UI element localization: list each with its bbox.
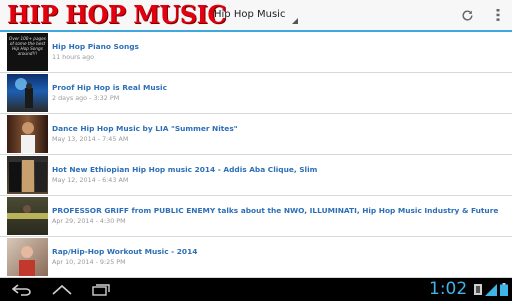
status-clock: 1:02 — [429, 279, 468, 299]
overflow-menu-button[interactable] — [492, 6, 504, 24]
video-title: Dance Hip Hop Music by LIA "Summer Nites… — [52, 124, 238, 133]
video-title: Hot New Ethiopian Hip Hop music 2014 - A… — [52, 165, 318, 174]
action-bar: HIP HOP MUSIC Hip Hop Music — [0, 0, 512, 32]
notification-icon — [474, 284, 482, 295]
video-date: May 13, 2014 - 7:45 AM — [52, 135, 129, 143]
thumbnail-image — [9, 160, 47, 192]
list-item[interactable]: Over 100+ pages of some the best Hip Hop… — [0, 32, 512, 73]
battery-icon — [500, 283, 508, 296]
video-title: Rap/Hip-Hop Workout Music - 2014 — [52, 247, 198, 256]
thumbnail-image — [15, 78, 33, 108]
refresh-icon — [461, 9, 473, 21]
list-item[interactable]: Rap/Hip-Hop Workout Music - 2014 Apr 10,… — [0, 237, 512, 278]
home-icon — [52, 284, 72, 295]
system-nav-bar: 1:02 — [0, 278, 512, 301]
video-date: 11 hours ago — [52, 53, 95, 61]
video-list: Over 100+ pages of some the best Hip Hop… — [0, 32, 512, 278]
video-date: Apr 29, 2014 - 4:30 PM — [52, 217, 126, 225]
refresh-button[interactable] — [458, 6, 476, 24]
thumbnail-caption: Over 100+ pages of some the best Hip Hop… — [9, 36, 46, 56]
status-notification-icons — [474, 282, 482, 297]
list-item[interactable]: Proof Hip Hop is Real Music 2 days ago -… — [0, 73, 512, 114]
thumbnail-image — [21, 122, 35, 153]
overflow-menu-icon — [496, 9, 500, 21]
status-system-icons — [485, 282, 508, 297]
video-thumbnail — [7, 115, 48, 153]
video-title: PROFESSOR GRIFF from PUBLIC ENEMY talks … — [52, 206, 499, 215]
video-title: Hip Hop Piano Songs — [52, 42, 139, 51]
list-item[interactable]: Hot New Ethiopian Hip Hop music 2014 - A… — [0, 155, 512, 196]
spinner-caret-icon — [292, 18, 298, 24]
video-thumbnail — [7, 156, 48, 194]
video-thumbnail: Over 100+ pages of some the best Hip Hop… — [7, 33, 48, 71]
back-icon — [12, 283, 31, 296]
thumbnail-image — [7, 205, 48, 219]
list-item[interactable]: Dance Hip Hop Music by LIA "Summer Nites… — [0, 114, 512, 155]
video-thumbnail — [7, 197, 48, 235]
video-date: 2 days ago - 3:32 PM — [52, 94, 120, 102]
list-item[interactable]: PROFESSOR GRIFF from PUBLIC ENEMY talks … — [0, 196, 512, 237]
video-date: May 12, 2014 - 6:43 AM — [52, 176, 129, 184]
recent-apps-button[interactable] — [92, 282, 110, 297]
category-spinner[interactable]: Hip Hop Music — [206, 4, 298, 26]
thumbnail-image — [19, 246, 35, 276]
recent-apps-icon — [92, 283, 110, 296]
back-button[interactable] — [12, 282, 32, 297]
wifi-icon — [485, 283, 497, 296]
app-logo: HIP HOP MUSIC — [7, 0, 226, 29]
home-button[interactable] — [51, 282, 73, 297]
video-date: Apr 10, 2014 - 9:25 PM — [52, 258, 126, 266]
spinner-selected-value: Hip Hop Music — [214, 9, 286, 20]
video-thumbnail — [7, 74, 48, 112]
video-title: Proof Hip Hop is Real Music — [52, 83, 167, 92]
video-thumbnail — [7, 238, 48, 276]
